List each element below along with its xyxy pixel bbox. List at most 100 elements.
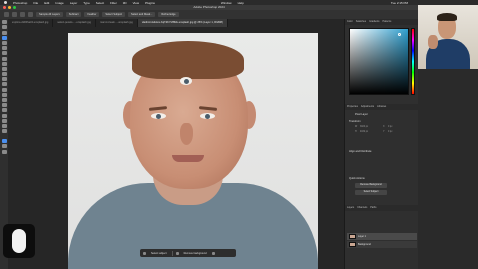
quick-actions-header[interactable]: Quick Actions: [349, 177, 365, 180]
select-subject-button[interactable]: Select Subject: [102, 12, 125, 17]
menu-select[interactable]: Select: [96, 1, 104, 5]
tab-swatches[interactable]: Swatches: [356, 19, 366, 25]
tab-libraries[interactable]: Libraries: [377, 104, 386, 110]
tab-adjustments[interactable]: Adjustments: [361, 104, 374, 110]
gradient-tool-icon[interactable]: [1, 82, 7, 87]
remove-background-button[interactable]: Remove background: [182, 252, 209, 255]
align-distribute-header[interactable]: Align and Distribute: [349, 150, 372, 153]
history-brush-tool-icon[interactable]: [1, 72, 7, 77]
tab-document-3[interactable]: marvin-head-...-unsplash.jpg: [96, 19, 138, 27]
taskbar-divider: [171, 250, 173, 256]
healing-brush-tool-icon[interactable]: [1, 56, 7, 61]
tab-gradients[interactable]: Gradients: [369, 19, 379, 25]
menu-window[interactable]: Window: [221, 1, 232, 5]
menu-edit[interactable]: Edit: [44, 1, 49, 5]
hair: [132, 41, 244, 79]
options-bar: Sample All Layers Subtract Feather Selec…: [0, 10, 418, 19]
width-label: W: [355, 126, 358, 128]
menu-help[interactable]: Help: [238, 1, 244, 5]
tab-color[interactable]: Color: [347, 19, 353, 25]
menubar-clock: Tue 2:15 PM: [390, 0, 408, 5]
move-tool-icon[interactable]: [1, 20, 7, 25]
contextual-task-bar: Select subject Remove background: [140, 249, 236, 257]
eyedropper-tool-icon[interactable]: [1, 51, 7, 56]
height-value[interactable]: 4032 px: [360, 131, 368, 133]
pen-tool-icon[interactable]: [1, 98, 7, 102]
select-subject-button[interactable]: Select subject: [149, 252, 169, 255]
path-selection-tool-icon[interactable]: [1, 108, 7, 113]
quick-selection-tool-icon[interactable]: [1, 35, 7, 40]
tab-layers[interactable]: Layers: [347, 205, 354, 211]
x-value[interactable]: 0 px: [388, 126, 392, 128]
layer-row[interactable]: Background: [347, 241, 417, 248]
rectangle-tool-icon[interactable]: [1, 113, 7, 118]
remove-background-panel-button[interactable]: Remove Background: [355, 183, 387, 188]
tab-document-active[interactable]: vladimir-fedotov-KqTdKYIZ8Ms-unsplash.jp…: [137, 19, 228, 27]
presenter-hair: [437, 13, 457, 21]
layers-panel-tabs: Layers Channels Paths: [345, 205, 419, 211]
select-subject-panel-button[interactable]: Select Subject: [355, 190, 387, 195]
window-title: Adobe Photoshop 2024: [193, 5, 225, 9]
menu-photoshop[interactable]: Photoshop: [13, 1, 27, 5]
tab-document-2[interactable]: select-pexels-...-unsplash.jpg: [53, 19, 96, 27]
tab-properties[interactable]: Properties: [347, 104, 358, 110]
more-options-icon[interactable]: [211, 251, 215, 255]
layer-name: Layer 1: [358, 235, 366, 238]
canvas-area[interactable]: [8, 27, 344, 269]
third-eye: [180, 77, 192, 85]
tab-document-1[interactable]: explore-dd00ha34-unsplash.jpg: [8, 19, 54, 27]
tab-channels[interactable]: Channels: [357, 205, 367, 211]
feather-option[interactable]: Feather: [84, 12, 100, 17]
sample-all-layers-checkbox[interactable]: Sample All Layers: [36, 12, 63, 17]
subtract-option[interactable]: Subtract: [65, 12, 82, 17]
menu-view[interactable]: View: [133, 1, 139, 5]
background-color-swatch[interactable]: [1, 144, 7, 149]
dodge-tool-icon[interactable]: [1, 92, 7, 97]
y-value[interactable]: 0 px: [388, 131, 392, 133]
brush-tool-icon[interactable]: [1, 61, 7, 66]
tab-paths[interactable]: Paths: [370, 205, 376, 211]
tab-patterns[interactable]: Patterns: [382, 19, 391, 25]
zoom-tool-icon[interactable]: [1, 123, 7, 128]
home-icon[interactable]: [4, 12, 9, 17]
quick-selection-tool-icon[interactable]: [12, 12, 17, 17]
crop-tool-icon[interactable]: [1, 40, 7, 45]
minimize-window-button[interactable]: [8, 6, 11, 9]
menu-plugins[interactable]: Plugins: [145, 1, 155, 5]
eraser-tool-icon[interactable]: [1, 77, 7, 82]
hue-slider[interactable]: [411, 28, 415, 95]
quick-mask-icon[interactable]: [1, 149, 7, 154]
hand-tool-icon[interactable]: [1, 118, 7, 123]
color-picker-field[interactable]: [349, 28, 409, 95]
close-window-button[interactable]: [3, 6, 6, 9]
marquee-tool-icon[interactable]: [1, 25, 7, 30]
menu-image[interactable]: Image: [55, 1, 63, 5]
frame-tool-icon[interactable]: [1, 46, 7, 51]
menu-layer[interactable]: Layer: [70, 1, 78, 5]
add-to-selection-icon[interactable]: [28, 12, 33, 17]
apple-icon[interactable]: [4, 1, 7, 4]
width-value[interactable]: 3024 px: [360, 126, 368, 128]
transform-header[interactable]: Transform: [349, 120, 361, 123]
x-label: X: [383, 126, 385, 128]
select-and-mask-button[interactable]: Select and Mask...: [127, 12, 156, 17]
clone-stamp-tool-icon[interactable]: [1, 66, 7, 71]
foreground-color-swatch[interactable]: [1, 139, 7, 144]
color-picker-cursor[interactable]: [398, 33, 401, 36]
blur-tool-icon[interactable]: [1, 87, 7, 92]
portrait-image[interactable]: [68, 33, 318, 269]
menu-3d[interactable]: 3D: [123, 1, 127, 5]
refine-edge-button[interactable]: Refine Edge: [158, 12, 179, 17]
layer-name: Background: [358, 243, 371, 246]
menu-file[interactable]: File: [33, 1, 38, 5]
lasso-tool-icon[interactable]: [1, 30, 7, 35]
menu-filter[interactable]: Filter: [110, 1, 117, 5]
zoom-window-button[interactable]: [13, 6, 16, 9]
menu-type[interactable]: Type: [83, 1, 90, 5]
new-selection-icon[interactable]: [20, 12, 25, 17]
left-eye: [151, 113, 166, 119]
more-tools-icon[interactable]: [1, 129, 7, 134]
type-tool-icon[interactable]: [1, 103, 7, 108]
layer-row[interactable]: Layer 1: [347, 233, 417, 240]
right-eye: [200, 113, 215, 119]
